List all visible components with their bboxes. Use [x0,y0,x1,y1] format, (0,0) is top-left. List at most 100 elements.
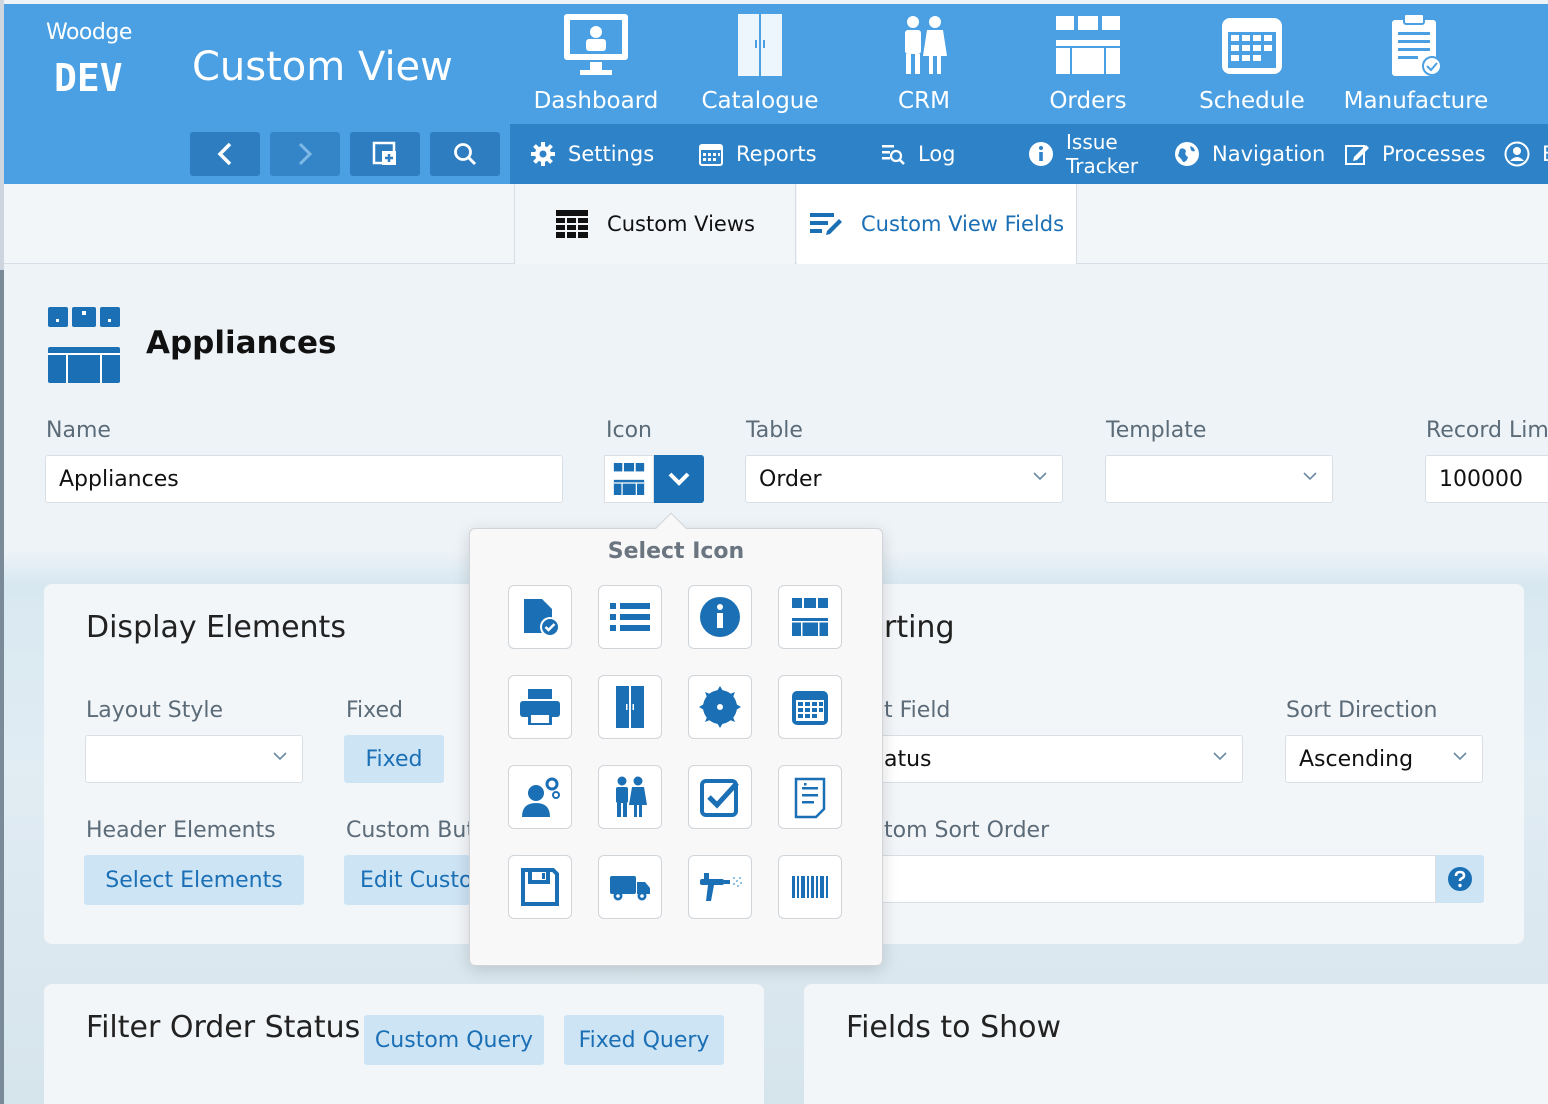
fields-to-show-title: Fields to Show [846,1010,1062,1045]
custom-buttons-label: Custom But [346,818,475,843]
search-button[interactable] [430,132,500,176]
info-icon [1029,142,1053,166]
nav-item-manufacture[interactable]: Manufacture [1334,4,1498,124]
printer-icon [520,689,560,725]
sort-field-select[interactable]: atus [870,735,1243,783]
sub-nav-label: Settings [568,142,655,166]
icon-option-clipboard[interactable] [778,765,842,829]
icon-option-spray-gun[interactable] [688,855,752,919]
nav-item-schedule[interactable]: Schedule [1170,4,1334,124]
icon-option-document-check[interactable] [508,585,572,649]
header-elements-label: Header Elements [86,818,276,843]
new-window-button[interactable] [350,132,420,176]
tab-custom-view-fields[interactable]: Custom View Fields [797,184,1077,264]
kitchen-icon [48,307,120,383]
sub-nav-label: Log [918,142,956,166]
sub-nav-label: Issue [1066,130,1118,154]
tab-label: Custom View Fields [860,212,1065,236]
sub-nav-more[interactable]: E [1504,124,1548,184]
nav-label: Schedule [1199,88,1305,114]
forward-button[interactable] [270,132,340,176]
custom-sort-label: tom Sort Order [884,818,1050,843]
table-select[interactable]: Order [745,455,1063,503]
tab-custom-views[interactable]: Custom Views [514,184,796,264]
edit-custom-buttons-button[interactable]: Edit Custo [344,855,470,905]
icon-option-cabinet[interactable] [598,675,662,739]
save-icon [521,868,559,906]
sub-nav-reports[interactable]: Reports [698,124,817,184]
icon-option-truck[interactable] [598,855,662,919]
gear-icon [531,142,555,166]
icon-option-save[interactable] [508,855,572,919]
list-edit-icon [809,213,842,235]
kitchen-icon [792,598,828,636]
custom-query-button[interactable]: Custom Query [364,1015,544,1065]
record-title: Appliances [146,325,337,361]
nav-label: Dashboard [533,88,659,114]
layout-style-label: Layout Style [86,698,224,723]
icon-option-saw-blade[interactable] [688,675,752,739]
people-icon [616,776,647,817]
brand-env: DEV [54,56,123,100]
schedule-icon [1222,18,1282,74]
icon-option-checkbox[interactable] [688,765,752,829]
sort-direction-select[interactable]: Ascending [1285,735,1483,783]
help-icon [1448,867,1472,891]
icon-option-user-settings[interactable] [508,765,572,829]
select-elements-button[interactable]: Select Elements [84,855,304,905]
icon-option-printer[interactable] [508,675,572,739]
nav-item-orders[interactable]: Orders [1006,4,1170,124]
barcode-icon [792,876,828,898]
icon-preview[interactable] [604,455,654,503]
list-icon [610,603,650,631]
fixed-button[interactable]: Fixed [344,735,444,783]
chevron-down-icon [1453,752,1467,761]
sub-nav-label: Navigation [1212,142,1326,166]
kitchen-icon [613,463,645,495]
back-button[interactable] [190,132,260,176]
chevron-down-icon [1213,752,1227,761]
custom-sort-field[interactable] [870,855,1436,903]
sub-nav-navigation[interactable]: Navigation [1174,124,1325,184]
sub-nav-processes[interactable]: Processes [1344,124,1486,184]
icon-option-barcode[interactable] [778,855,842,919]
template-select[interactable] [1105,455,1333,503]
name-label: Name [46,418,111,443]
calendar-icon [699,144,723,166]
sub-nav-log[interactable]: Log [880,124,956,184]
fixed-label: Fixed [346,698,404,723]
clipboard-icon [794,777,826,819]
catalogue-icon [738,14,782,76]
sub-nav: Settings Reports Log Issue Tracker Naviga… [510,124,1548,184]
calendar-icon [792,691,828,725]
manufacture-icon [1392,13,1442,76]
icon-option-info[interactable] [688,585,752,649]
icon-option-calendar[interactable] [778,675,842,739]
icon-option-list[interactable] [598,585,662,649]
sub-nav-settings[interactable]: Settings [530,124,654,184]
popover-title: Select Icon [607,539,745,564]
chevron-left-icon [217,142,232,166]
chevron-down-icon [1033,472,1047,481]
sorting-title: rting [884,610,955,645]
brand-name: Woodge [46,20,132,45]
icon-option-kitchen[interactable] [778,585,842,649]
cabinet-icon [616,686,644,728]
user-circle-icon [1504,141,1530,167]
layout-style-select[interactable] [85,735,303,783]
record-limit-field[interactable]: 100000 [1425,455,1548,503]
fixed-query-button[interactable]: Fixed Query [564,1015,724,1065]
orders-icon [1056,16,1120,74]
nav-item-crm[interactable]: CRM [842,4,1006,124]
nav-item-catalogue[interactable]: Catalogue [678,4,842,124]
name-field[interactable]: Appliances [45,455,563,503]
help-button[interactable] [1436,855,1484,903]
sub-nav-issue-tracker[interactable]: Issue Tracker [1028,124,1138,184]
nav-item-dashboard[interactable]: Dashboard [514,4,678,124]
chevron-down-icon [668,472,690,486]
info-icon [700,597,740,637]
icon-option-people[interactable] [598,765,662,829]
icon-dropdown-button[interactable] [654,455,704,503]
chevron-right-icon [298,142,313,166]
nav-label: Manufacture [1343,88,1489,114]
